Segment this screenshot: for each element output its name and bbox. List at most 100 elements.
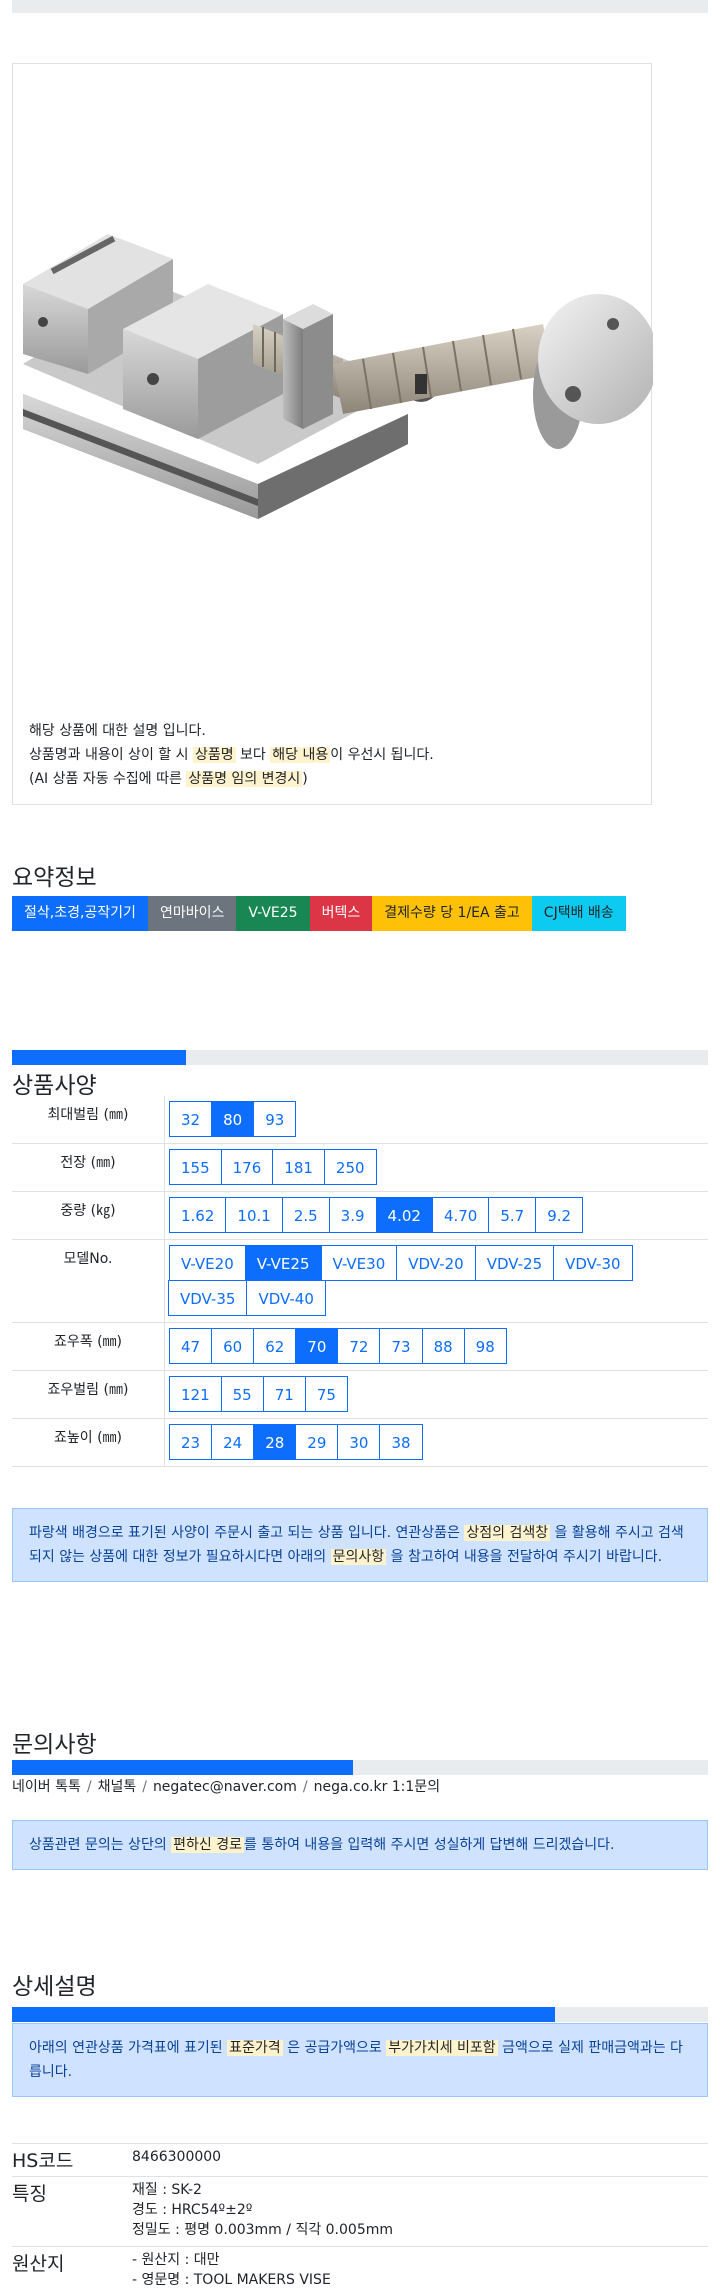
spec-option-button[interactable]: 176 [220,1149,274,1185]
spec-option-button[interactable]: 47 [169,1328,213,1364]
badge-subcategory: 연마바이스 [147,896,237,931]
highlight-standard-price: 표준가격 [227,2040,283,2056]
spec-row-label: 죠우폭 (㎜) [12,1322,165,1371]
summary-badges: 절삭,초경,공작기기 연마바이스 V-VE25 버텍스 결제수량 당 1/EA … [12,896,712,933]
origin-values: - 원산지 : 대만 - 영문명 : TOOL MAKERS VISE [132,2250,331,2290]
description-line-3: (AI 상품 자동 수집에 따른 상품명 임의 변경시) [29,771,308,787]
spec-row: 모델No. V-VE20 V-VE25 V-VE30 VDV-20 VDV-25 VDV-3… [12,1239,708,1323]
contact-channel-talk[interactable]: 채널톡 [98,1779,137,1795]
badge-brand: 버텍스 [309,896,373,931]
origin-label: 원산지 [12,2253,65,2275]
spec-row-label: 죠높이 (㎜) [12,1418,165,1467]
detail-note: 아래의 연관상품 가격표에 표기된 표준가격 은 공급가액으로 부가가치세 비포… [12,2023,708,2097]
spec-option-button[interactable]: V-VE20 [169,1245,246,1281]
spec-option-button[interactable]: VDV-30 [553,1245,633,1281]
spec-option-button[interactable]: 121 [169,1376,222,1412]
spec-option-button[interactable]: VDV-20 [396,1245,476,1281]
description-line-1: 해당 상품에 대한 설명 입니다. [29,723,206,739]
inquiry-title: 문의사항 [12,1732,97,1758]
inquiry-progress-bar [12,1760,708,1775]
highlight-vat-excluded: 부가가치세 비포함 [386,2040,498,2056]
hs-code-label: HS코드 [12,2150,74,2172]
spec-option-button[interactable]: V-VE30 [320,1245,398,1281]
spec-option-button[interactable]: 250 [323,1149,377,1185]
spec-row: 죠우폭 (㎜) 47 60 62 70 72 73 88 98 [12,1322,708,1371]
spec-title: 상품사양 [12,1073,97,1099]
spec-option-button[interactable]: 80 [211,1101,255,1137]
spec-option-button[interactable]: VDV-25 [474,1245,555,1281]
spec-table: 최대벌림 (㎜) 32 80 93 전장 (㎜) 155 176 181 250 중량 (㎏) 1.… [12,1096,708,1467]
vise-product-image [23,234,653,519]
highlight-content: 해당 내용 [270,747,331,763]
contact-naver-talk[interactable]: 네이버 톡톡 [12,1779,81,1795]
spec-option-button[interactable]: 3.9 [328,1197,377,1233]
highlight-route: 편하신 경로 [171,1837,245,1853]
spec-row-options: 47 60 62 70 72 73 88 98 [164,1322,708,1371]
spec-row-label: 최대벌림 (㎜) [12,1096,165,1144]
spec-option-button[interactable]: 4.70 [431,1197,490,1233]
spec-option-button[interactable]: 4.02 [375,1197,433,1233]
spec-row-label: 죠우벌림 (㎜) [12,1370,165,1419]
spec-option-button[interactable]: 9.2 [535,1197,584,1233]
spec-option-button[interactable]: 75 [304,1376,348,1412]
product-description: 해당 상품에 대한 설명 입니다. 상품명과 내용이 상이 할 시 상품명 보다… [29,719,434,791]
spec-option-button[interactable]: 29 [295,1424,339,1460]
spec-option-button[interactable]: VDV-35 [168,1280,248,1316]
spec-option-button[interactable]: 1.62 [169,1197,227,1233]
spec-option-button[interactable]: 2.5 [281,1197,330,1233]
spec-option-button[interactable]: 55 [220,1376,264,1412]
feature-line: 경도 : HRC54º±2º [132,2202,253,2218]
spec-option-button[interactable]: 28 [253,1424,297,1460]
spec-option-button[interactable]: 98 [463,1328,507,1364]
spec-option-button[interactable]: 23 [169,1424,213,1460]
spec-option-button[interactable]: 71 [262,1376,306,1412]
inquiry-note: 상품관련 문의는 상단의 편하신 경로 를 통하여 내용을 입력해 주시면 성실하… [12,1820,708,1870]
product-image-card: 해당 상품에 대한 설명 입니다. 상품명과 내용이 상이 할 시 상품명 보다… [12,63,653,805]
feature-values: 재질 : SK-2 경도 : HRC54º±2º 정밀도 : 평명 0.003m… [132,2180,393,2240]
badge-quantity: 결제수량 당 1/EA 출고 [372,896,532,931]
origin-line: - 영문명 : TOOL MAKERS VISE [132,2272,331,2288]
spec-option-button[interactable]: 62 [253,1328,297,1364]
contact-email[interactable]: negatec@naver.com [153,1779,297,1795]
spec-option-button[interactable]: 24 [211,1424,255,1460]
top-progress-track [12,0,708,13]
contact-website-inquiry[interactable]: nega.co.kr 1:1문의 [314,1779,440,1795]
spec-option-button[interactable]: 155 [169,1149,222,1185]
spec-option-button[interactable]: 32 [169,1101,213,1137]
spec-option-button[interactable]: 72 [337,1328,381,1364]
spec-row: 죠높이 (㎜) 23 24 28 29 30 38 [12,1418,708,1467]
badge-category: 절삭,초경,공작기기 [12,896,148,931]
spec-option-button[interactable]: VDV-40 [246,1280,326,1316]
spec-row: 전장 (㎜) 155 176 181 250 [12,1143,708,1192]
spec-option-button[interactable]: 5.7 [488,1197,537,1233]
spec-row-label: 모델No. [12,1239,165,1323]
spec-option-button[interactable]: 60 [211,1328,255,1364]
spec-option-button[interactable]: 73 [379,1328,423,1364]
highlight-product-name: 상품명 [192,747,236,763]
spec-option-button[interactable]: 70 [295,1328,339,1364]
spec-row-options: 32 80 93 [164,1096,708,1144]
feature-line: 정밀도 : 평명 0.003mm / 직각 0.005mm [132,2222,394,2238]
detail-title: 상세설명 [12,1974,97,2000]
spec-option-button[interactable]: 30 [337,1424,381,1460]
badge-model: V-VE25 [236,896,310,931]
spec-option-button[interactable]: 38 [379,1424,423,1460]
inquiry-progress-fill [12,1760,354,1775]
spec-row-options: 1.62 10.1 2.5 3.9 4.02 4.70 5.7 9.2 [164,1191,708,1240]
spec-option-button[interactable]: V-VE25 [244,1245,322,1281]
highlight-search: 상점의 검색창 [464,1525,551,1541]
info-row-feature: 특징 재질 : SK-2 경도 : HRC54º±2º 정밀도 : 평명 0.0… [12,2176,708,2253]
spec-row: 중량 (㎏) 1.62 10.1 2.5 3.9 4.02 4.70 5.7 9.2 [12,1191,708,1240]
spec-option-button[interactable]: 93 [253,1101,297,1137]
spec-option-button[interactable]: 181 [272,1149,325,1185]
spec-option-button[interactable]: 10.1 [225,1197,283,1233]
origin-line: - 원산지 : 대만 [132,2252,220,2268]
info-row-hs-code: HS코드 8466300000 [12,2143,708,2174]
spec-progress-bar [12,1050,708,1065]
hs-code-value: 8466300000 [132,2149,222,2165]
spec-note: 파랑색 배경으로 표기된 사양이 주문시 출고 되는 상품 입니다. 연관상품은… [12,1508,708,1582]
spec-progress-fill [12,1050,186,1065]
highlight-name-change: 상품명 임의 변경시 [186,771,303,787]
spec-option-button[interactable]: 88 [421,1328,465,1364]
spec-row-options: V-VE20 V-VE25 V-VE30 VDV-20 VDV-25 VDV-30 VDV-… [164,1239,708,1323]
